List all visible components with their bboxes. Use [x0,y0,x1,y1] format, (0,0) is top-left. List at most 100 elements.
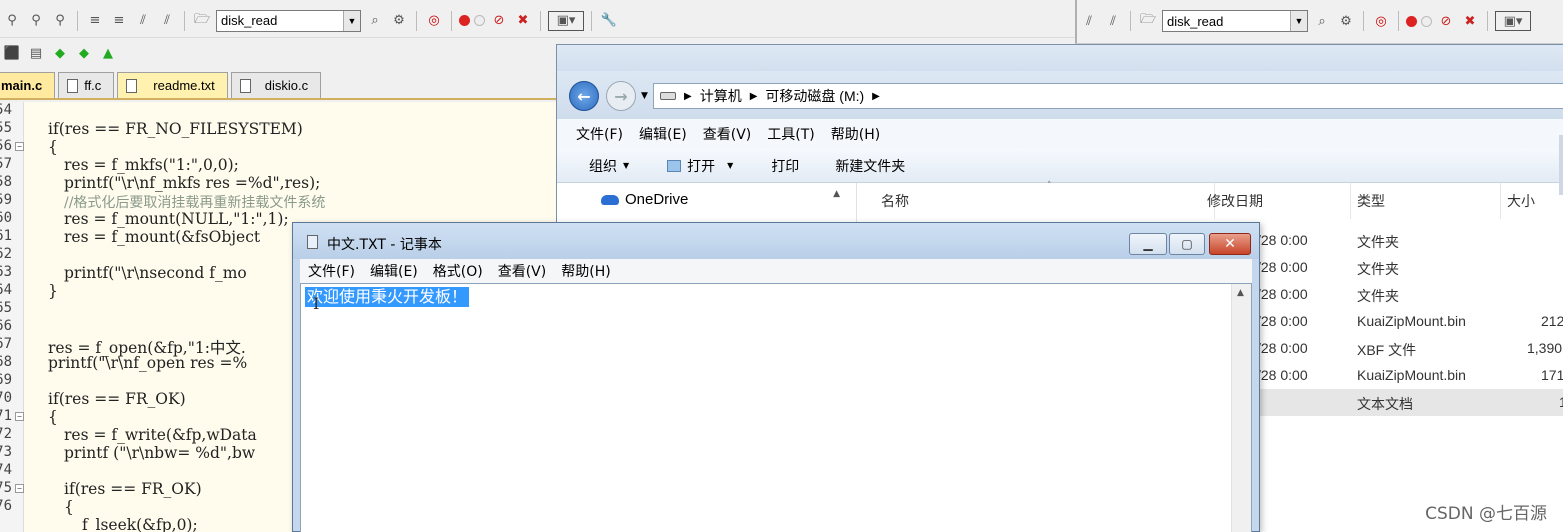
file-type: KuaiZipMount.bin [1357,313,1466,329]
file-list-header: 名称 ˄ 修改日期 类型 大小 [857,181,1563,219]
open-button[interactable]: 打开 ▼ [653,156,747,176]
back-arrow-icon[interactable]: ← [569,81,599,111]
watermark: CSDN @七百源 [1425,504,1547,524]
select-software-icon[interactable]: ◆ [74,43,94,63]
code-line: printf("\r\nf_mkfs res =%d",res); [64,174,321,192]
nav-item-onedrive[interactable]: OneDrive [601,191,688,208]
file-row[interactable]: /28 0:00 文件夹 [1257,227,1563,254]
scroll-up-icon[interactable]: ▲ [833,189,840,199]
line-number: 76 [0,498,12,514]
separator [540,10,541,31]
breadcrumb-computer[interactable]: 计算机 [700,86,742,106]
comment-icon[interactable]: ⫽ [1079,11,1099,31]
build-target-icon[interactable]: ▲ [98,43,118,63]
open-folder-icon[interactable]: 🗁 [192,11,212,31]
breakpoint-disabled-icon[interactable] [1421,15,1432,27]
new-folder-button[interactable]: 新建文件夹 [821,156,919,176]
bookmark-icon[interactable]: ⚲ [2,11,22,31]
file-row[interactable]: /28 0:00 XBF 文件 1,390 [1257,335,1563,362]
menu-format[interactable]: 格式(O) [433,261,483,281]
find-in-files-icon[interactable]: ⌕ [365,11,385,31]
breakpoint-icon[interactable] [1406,15,1417,27]
menu-view[interactable]: 查看(V) [703,124,752,144]
close-button[interactable]: ✕ [1209,233,1251,255]
line-number: 66 [0,318,12,334]
menu-help[interactable]: 帮助(H) [561,261,610,281]
column-header-date[interactable]: 修改日期 [1201,183,1351,219]
fold-toggle-icon[interactable]: − [15,412,24,421]
file-row[interactable]: /28 0:00 KuaiZipMount.bin 171 [1257,362,1563,389]
breakpoint-toggle-icon[interactable]: ⊘ [489,11,509,31]
file-type: KuaiZipMount.bin [1357,367,1466,383]
breadcrumb-separator-icon[interactable]: ▶ [684,91,692,102]
find-in-files-icon[interactable]: ⌕ [1312,11,1332,31]
minimize-button[interactable]: ▁ [1129,233,1167,255]
file-row-selected[interactable]: 文本文档 1 [1257,389,1563,416]
kill-breakpoints-icon[interactable]: ✖ [513,11,533,31]
download-icon[interactable]: ⬛ [2,43,22,63]
tab-ff-c[interactable]: ff.c [58,72,115,98]
file-row[interactable]: /28 0:00 KuaiZipMount.bin 212 [1257,308,1563,335]
menu-edit[interactable]: 编辑(E) [370,261,418,281]
fold-toggle-icon[interactable]: − [15,142,24,151]
print-button[interactable]: 打印 [757,156,813,176]
notepad-titlebar[interactable]: 中文.TXT - 记事本 ▁ ▢ ✕ [293,223,1259,259]
menu-view[interactable]: 查看(V) [498,261,547,281]
breadcrumb-separator-icon[interactable]: ▶ [750,91,758,102]
outdent-icon[interactable]: ≡ [109,11,129,31]
notepad-menubar: 文件(F) 编辑(E) 格式(O) 查看(V) 帮助(H) [300,259,1252,283]
incremental-find-icon[interactable]: ⚙ [1336,11,1356,31]
open-folder-icon[interactable]: 🗁 [1138,11,1158,31]
menu-edit[interactable]: 编辑(E) [639,124,687,144]
tab-main-c[interactable]: main.c [0,72,56,98]
address-bar[interactable]: ▶ 计算机 ▶ 可移动磁盘 (M:) ▶ [653,83,1563,109]
breakpoint-disabled-icon[interactable] [474,15,485,26]
tab-readme-txt[interactable]: readme.txt [117,72,228,98]
column-header-size[interactable]: 大小 [1501,183,1563,219]
column-header-name[interactable]: 名称 ˄ [875,181,1215,219]
indent-icon[interactable]: ≡ [85,11,105,31]
menu-file[interactable]: 文件(F) [576,124,623,144]
uncomment-icon[interactable]: ⫽ [157,11,177,31]
chevron-down-icon[interactable]: ▼ [1290,11,1307,31]
chevron-down-icon[interactable]: ▼ [343,10,360,31]
fold-toggle-icon[interactable]: − [15,484,24,493]
bookmark-prev-icon[interactable]: ⚲ [26,11,46,31]
menu-tools[interactable]: 工具(T) [767,124,814,144]
pack-installer-icon[interactable]: ◆ [50,43,70,63]
maximize-button[interactable]: ▢ [1169,233,1205,255]
bookmark-clear-icon[interactable]: ⚲ [50,11,70,31]
notepad-text-area[interactable]: 欢迎使用秉火开发板！ I ▲ [300,283,1252,532]
breadcrumb-separator-icon[interactable]: ▶ [872,91,880,102]
recent-pages-chevron-icon[interactable]: ▼ [641,91,648,101]
organize-button[interactable]: 组织 ▼ [557,156,643,176]
find-combo[interactable]: disk_read ▼ [216,9,361,32]
file-row[interactable]: /28 0:00 文件夹 [1257,281,1563,308]
window-layout-icon[interactable]: ▣▾ [1495,11,1531,31]
selected-text[interactable]: 欢迎使用秉火开发板！ [305,287,470,307]
kill-breakpoints-icon[interactable]: ✖ [1460,11,1480,31]
column-header-label: 名称 [881,194,909,210]
menu-help[interactable]: 帮助(H) [831,124,880,144]
forward-arrow-icon[interactable]: → [606,81,636,111]
column-header-type[interactable]: 类型 [1351,183,1501,219]
menu-file[interactable]: 文件(F) [308,261,355,281]
find-combo[interactable]: disk_read ▼ [1162,10,1308,32]
vertical-scrollbar[interactable]: ▲ [1231,284,1251,532]
tab-diskio-c[interactable]: diskio.c [230,72,322,98]
wrench-icon[interactable]: 🔧 [599,11,619,31]
breadcrumb-removable-disk[interactable]: 可移动磁盘 (M:) [765,86,864,106]
scrollbar-thumb[interactable] [1559,135,1563,195]
file-row[interactable]: /28 0:00 文件夹 [1257,254,1563,281]
breakpoint-toggle-icon[interactable]: ⊘ [1436,11,1456,31]
uncomment-icon[interactable]: ⫽ [1103,11,1123,31]
comment-icon[interactable]: ⫽ [133,11,153,31]
debug-icon[interactable]: ◎ [1371,11,1391,31]
breakpoint-icon[interactable] [459,15,470,26]
window-layout-icon[interactable]: ▣▾ [548,10,584,31]
scroll-up-icon[interactable]: ▲ [1237,288,1244,298]
debug-icon[interactable]: ◎ [424,11,444,31]
line-number: 59 [0,192,12,208]
incremental-find-icon[interactable]: ⚙ [389,11,409,31]
manage-components-icon[interactable]: ▤ [26,43,46,63]
